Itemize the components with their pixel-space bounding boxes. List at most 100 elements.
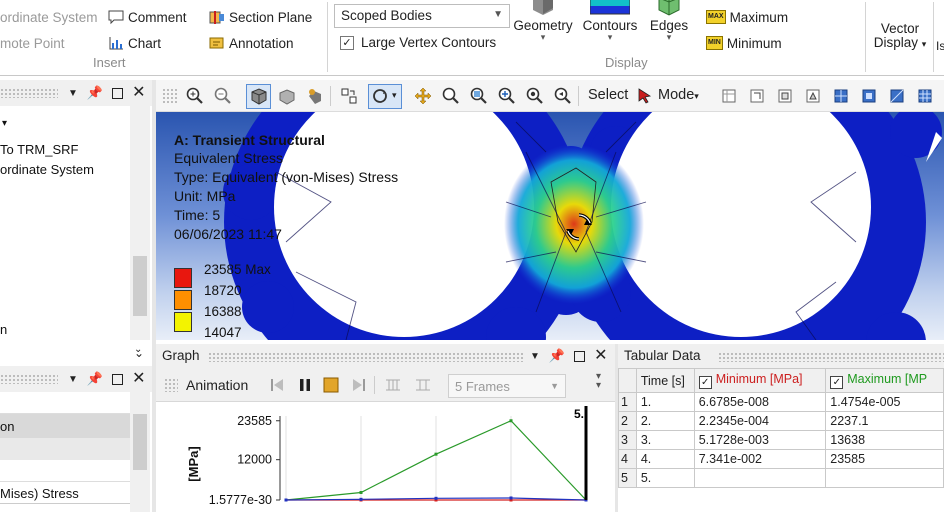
scrollbar-thumb[interactable] [133, 256, 147, 316]
reset-layout-icon[interactable] [340, 87, 358, 105]
drag-handle-grip[interactable] [718, 352, 944, 362]
chevron-down-icon[interactable]: ⌄ [134, 346, 144, 360]
chevron-down-icon[interactable]: ▾ [392, 90, 397, 101]
show-hide-icon[interactable] [306, 87, 324, 105]
tree-item[interactable]: To TRM_SRF [0, 142, 79, 157]
outline-scrollbar[interactable]: ⌄ [130, 106, 150, 355]
edges-button[interactable]: Edges ▾ [646, 0, 692, 42]
scrollbar-thumb[interactable] [133, 414, 147, 470]
maximize-icon[interactable] [574, 350, 586, 362]
frames-dropdown[interactable]: 5 Frames ▼ [448, 374, 566, 398]
checkbox-check-icon[interactable]: ✓ [830, 376, 844, 389]
ribbon-comment-button[interactable]: Comment [108, 7, 187, 27]
drag-handle-grip[interactable] [0, 88, 58, 98]
result-title: A: Transient Structural [174, 132, 325, 148]
geometry-button[interactable]: Geometry ▾ [512, 0, 574, 42]
tree-collapse-arrow-icon[interactable]: ▾ [2, 118, 7, 129]
table-row[interactable]: 4 4. 7.341e-002 23585 [618, 449, 944, 469]
previous-view-icon[interactable] [554, 87, 572, 105]
contours-button[interactable]: Contours ▾ [578, 0, 642, 42]
panel-menu-arrow-icon[interactable]: ▼ [68, 374, 78, 385]
zoom-to-fit-icon[interactable] [498, 87, 516, 105]
annotation-label: Annotation [229, 35, 294, 51]
magnifier-icon[interactable] [526, 87, 544, 105]
ribbon-section-plane-button[interactable]: Section Plane [209, 7, 312, 27]
result-sets-icon[interactable] [414, 376, 432, 394]
vector-display-button[interactable]: Vector Display ▾ [868, 22, 932, 51]
panel-menu-arrow-icon[interactable]: ▼ [530, 351, 540, 362]
ribbon-remote-point[interactable]: mote Point [0, 33, 65, 53]
box-zoom-icon[interactable] [470, 87, 488, 105]
iso-view-icon[interactable] [250, 87, 268, 105]
table-header-row: Time [s] ✓ Minimum [MPa] ✓ Maximum [MP [618, 368, 944, 393]
drag-handle-grip[interactable] [164, 378, 178, 392]
select-element-icon[interactable] [860, 87, 878, 105]
select-body-icon[interactable] [804, 87, 822, 105]
ribbon-cut-item[interactable]: Is [936, 36, 944, 56]
tree-item[interactable]: ordinate System [0, 162, 94, 177]
table-row[interactable]: 5 5. [618, 468, 944, 488]
cursor-arrow-icon[interactable] [636, 87, 654, 105]
ribbon-chart-button[interactable]: Chart [108, 33, 161, 53]
column-header-maximum[interactable]: ✓ Maximum [MP [825, 368, 944, 393]
animation-toolbar: Animation 5 Frames ▼ ▾ ▾ [156, 368, 615, 402]
previous-frame-icon[interactable] [268, 376, 286, 394]
graphics-viewport[interactable]: A: Transient Structural Equivalent Stres… [156, 112, 944, 340]
ribbon-minimum-button[interactable]: MIN Minimum [706, 33, 782, 53]
panel-menu-arrow-icon[interactable]: ▼ [68, 88, 78, 99]
box-view-icon[interactable] [278, 87, 296, 105]
select-button[interactable]: Select [588, 87, 628, 103]
column-header-minimum[interactable]: ✓ Minimum [MPa] [693, 368, 827, 393]
pan-icon[interactable] [414, 87, 432, 105]
maximize-icon[interactable] [112, 87, 124, 99]
rotate-icon[interactable] [371, 87, 389, 105]
contours-icon [590, 0, 630, 15]
ribbon-separator [933, 2, 934, 72]
drag-handle-grip[interactable] [0, 374, 58, 384]
ribbon-coordinate-system[interactable]: ordinate System [0, 7, 98, 27]
next-frame-icon[interactable] [350, 376, 368, 394]
y-tick-label: 12000 [237, 453, 272, 467]
select-mesh-icon[interactable] [916, 87, 934, 105]
column-header-time[interactable]: Time [s] [635, 368, 695, 393]
pin-icon[interactable]: 📌 [87, 85, 103, 101]
distributed-frames-icon[interactable] [384, 376, 402, 394]
maximize-icon[interactable] [112, 373, 124, 385]
pin-icon[interactable]: 📌 [87, 371, 103, 387]
mode-button[interactable]: Mode▾ [658, 87, 699, 103]
details-row[interactable]: on [0, 414, 130, 438]
pin-icon[interactable]: 📌 [549, 348, 565, 364]
select-vertex-icon[interactable] [720, 87, 738, 105]
details-scrollbar[interactable] [130, 392, 150, 512]
checkbox-check-icon[interactable]: ✓ [698, 376, 712, 389]
select-face-icon[interactable] [776, 87, 794, 105]
select-node-icon[interactable] [832, 87, 850, 105]
zoom-in-icon[interactable] [186, 87, 204, 105]
result-date: 06/06/2023 11:47 [174, 226, 282, 242]
stop-icon[interactable] [322, 376, 340, 394]
scope-dropdown[interactable]: Scoped Bodies ▼ [334, 4, 510, 28]
min-badge-icon: MIN [706, 36, 723, 50]
close-icon[interactable]: ✕ [132, 371, 145, 387]
select-element-face-icon[interactable] [888, 87, 906, 105]
close-icon[interactable]: ✕ [132, 85, 145, 101]
tree-item[interactable]: n [0, 322, 7, 337]
select-edge-icon[interactable] [748, 87, 766, 105]
overflow-chevron-icon[interactable]: ▾ ▾ [596, 372, 601, 391]
details-row[interactable]: Mises) Stress [0, 482, 130, 504]
large-vertex-contours-checkbox[interactable]: ✓ Large Vertex Contours [340, 35, 496, 50]
details-grid: on Mises) Stress [0, 392, 152, 512]
table-row[interactable]: 2 2. 2.2345e-004 2237.1 [618, 411, 944, 431]
ribbon-annotation-button[interactable]: Annotation [209, 33, 294, 53]
table-row[interactable]: 1 1. 6.6785e-008 1.4754e-005 [618, 392, 944, 412]
pause-icon[interactable] [296, 376, 314, 394]
drag-handle-grip[interactable] [208, 352, 523, 362]
ribbon-maximum-button[interactable]: MAX Maximum [706, 7, 788, 27]
zoom-icon[interactable] [442, 87, 460, 105]
zoom-out-icon[interactable] [214, 87, 232, 105]
graph-area[interactable]: 23585 12000 1.5777e-30 [MPa] 5. [156, 402, 615, 512]
close-icon[interactable]: ✕ [594, 348, 607, 364]
table-row[interactable]: 3 3. 5.1728e-003 13638 [618, 430, 944, 450]
scope-dropdown-value: Scoped Bodies [341, 8, 432, 23]
drag-handle-grip[interactable] [162, 88, 178, 104]
